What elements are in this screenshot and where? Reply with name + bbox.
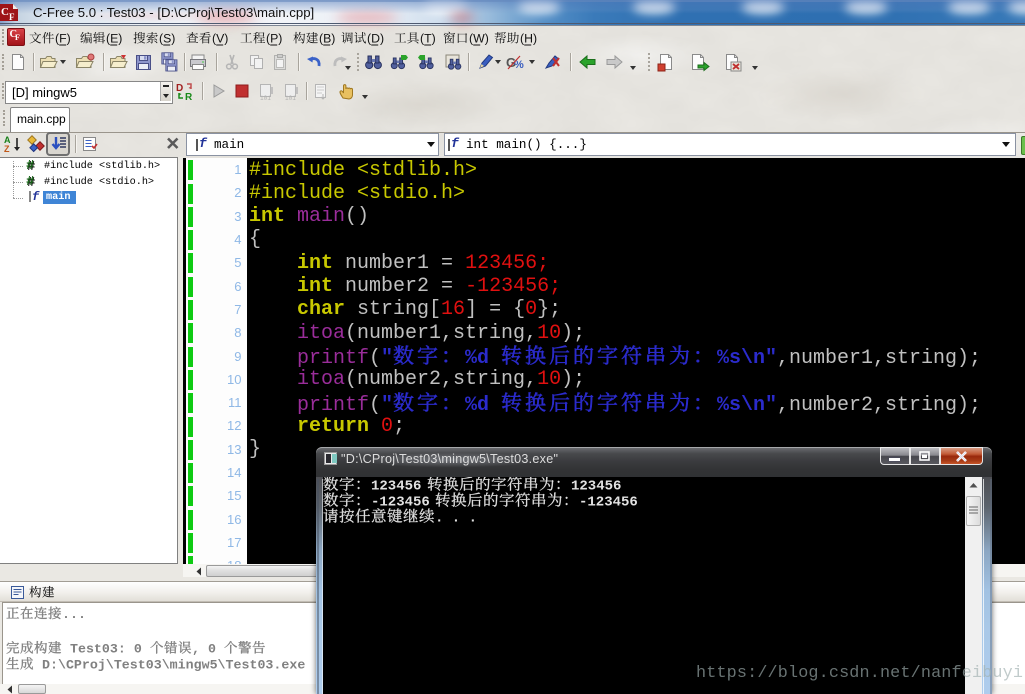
svg-text:101: 101: [260, 95, 271, 101]
svg-text:R: R: [185, 92, 193, 101]
svg-text:%d: %d: [465, 347, 489, 369]
svg-text:%d: %d: [465, 394, 489, 416]
svg-text:-123456: -123456: [371, 495, 430, 511]
svg-text:(D): (D): [367, 32, 384, 46]
svg-text:(: (: [369, 394, 381, 416]
svg-text:(H): (H): [520, 32, 537, 46]
svg-text:%s\n: %s\n: [717, 347, 765, 369]
svg-text:,number2,string);: ,number2,string);: [777, 394, 981, 416]
svg-text:(V): (V): [212, 32, 228, 46]
svg-text:-123456: -123456: [579, 495, 638, 511]
svg-text:123456: 123456: [571, 479, 621, 495]
svg-text:101: 101: [285, 95, 296, 101]
svg-text:": ": [381, 394, 393, 416]
svg-text:(P): (P): [266, 32, 282, 46]
svg-text:,number1,string);: ,number1,string);: [777, 347, 981, 369]
svg-text:(S): (S): [159, 32, 175, 46]
svg-text:(T): (T): [420, 32, 436, 46]
svg-text:(F): (F): [55, 32, 71, 46]
svg-text:, 0: , 0: [192, 642, 224, 657]
svg-text:...: ...: [62, 607, 86, 622]
svg-text:(W): (W): [469, 32, 489, 46]
svg-text:": ": [381, 347, 393, 369]
svg-text:": ": [765, 347, 777, 369]
svg-text:printf: printf: [297, 347, 369, 369]
svg-text:": ": [765, 394, 777, 416]
svg-text:123456: 123456: [371, 479, 421, 495]
svg-text:D:\CProj\Test03\mingw5\Test03.: D:\CProj\Test03\mingw5\Test03.exe: [42, 658, 305, 673]
svg-text:%s\n: %s\n: [717, 394, 765, 416]
svg-text:F: F: [9, 12, 15, 21]
svg-text:C: C: [1, 6, 9, 18]
svg-text:Test03: 0: Test03: 0: [62, 642, 150, 657]
svg-text:(E): (E): [106, 32, 122, 46]
svg-text:(: (: [369, 347, 381, 369]
svg-text:Z: Z: [4, 144, 10, 154]
svg-text:(B): (B): [319, 32, 335, 46]
svg-text:. . .: . . .: [435, 511, 477, 527]
svg-text:D: D: [176, 83, 183, 94]
svg-text:printf: printf: [297, 394, 369, 416]
